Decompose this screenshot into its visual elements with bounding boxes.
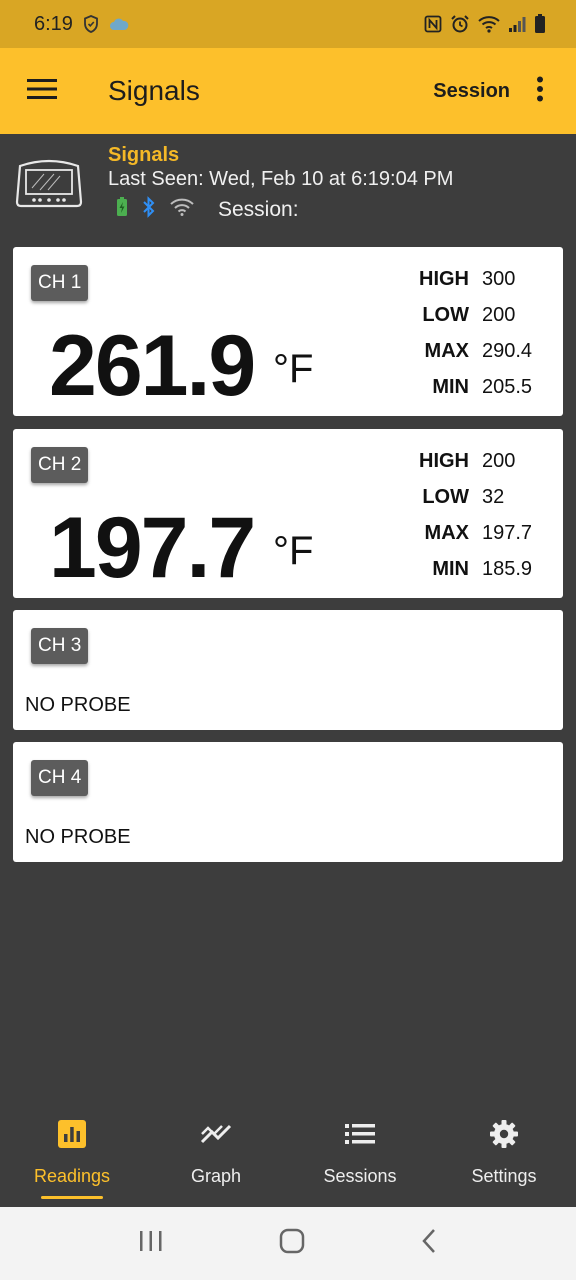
bar-chart-icon xyxy=(58,1118,86,1150)
stat-low: LOW 200 xyxy=(405,297,545,333)
battery-charging-icon xyxy=(116,197,128,222)
list-icon xyxy=(345,1118,375,1150)
stat-label: LOW xyxy=(422,485,469,508)
trending-icon xyxy=(200,1118,232,1150)
temperature-unit: °F xyxy=(273,347,314,391)
cloud-icon xyxy=(109,17,129,31)
stat-high: HIGH 300 xyxy=(405,261,545,297)
stat-high: HIGH 200 xyxy=(405,443,545,479)
session-button[interactable]: Session xyxy=(433,80,510,103)
stat-label: MAX xyxy=(424,339,469,362)
stat-label: MIN xyxy=(432,375,469,398)
channel-stats: HIGH 200 LOW 32 MAX 197.7 MIN 185.9 xyxy=(405,443,545,587)
status-time: 6:19 xyxy=(34,12,73,35)
temperature-unit: °F xyxy=(273,529,314,573)
channel-stats: HIGH 300 LOW 200 MAX 290.4 MIN 205.5 xyxy=(405,261,545,405)
alarm-icon xyxy=(450,14,470,34)
stat-low: LOW 32 xyxy=(405,479,545,515)
device-name: Signals xyxy=(108,144,180,166)
menu-button[interactable] xyxy=(0,48,84,134)
shield-icon xyxy=(83,15,99,33)
signal-icon xyxy=(508,15,526,33)
channel-card-1[interactable]: CH 1 261.9 °F HIGH 300 LOW 200 MAX 290.4 MI… xyxy=(13,247,563,416)
no-probe-label: NO PROBE xyxy=(25,826,131,848)
stat-value: 200 xyxy=(482,303,516,326)
session-status-label: Session: xyxy=(218,197,299,221)
nav-label: Graph xyxy=(190,1166,242,1186)
channel-badge: CH 4 xyxy=(31,760,89,796)
nav-label: Readings xyxy=(33,1166,111,1186)
nav-readings[interactable]: Readings xyxy=(0,1100,144,1206)
page-title: Signals xyxy=(108,75,200,106)
bluetooth-icon xyxy=(142,196,156,223)
nfc-icon xyxy=(424,15,442,33)
stat-label: MIN xyxy=(432,557,469,580)
channel-card-3[interactable]: CH 3 NO PROBE xyxy=(13,610,563,730)
wifi-icon xyxy=(478,15,500,33)
stat-value: 197.7 xyxy=(482,521,533,544)
stat-value: 185.9 xyxy=(482,557,533,580)
no-probe-label: NO PROBE xyxy=(25,694,131,716)
stat-value: 32 xyxy=(482,485,505,508)
stat-max: MAX 197.7 xyxy=(405,515,545,551)
temperature-reading: 261.9 xyxy=(49,318,256,414)
channel-badge: CH 2 xyxy=(31,447,89,483)
app-bar: Signals Session xyxy=(0,48,576,134)
home-icon[interactable] xyxy=(279,1228,305,1259)
gear-icon xyxy=(489,1118,519,1150)
stat-value: 300 xyxy=(482,267,516,290)
menu-icon xyxy=(27,78,57,105)
channel-card-4[interactable]: CH 4 NO PROBE xyxy=(13,742,563,862)
channel-badge: CH 1 xyxy=(31,265,89,301)
stat-min: MIN 205.5 xyxy=(405,369,545,405)
status-bar: 6:19 xyxy=(0,0,576,48)
stat-value: 200 xyxy=(482,449,516,472)
nav-label: Settings xyxy=(471,1166,537,1186)
bottom-nav: Readings Graph Sessions Settings xyxy=(0,1100,576,1206)
nav-label: Sessions xyxy=(323,1166,397,1186)
more-vert-icon xyxy=(536,76,544,107)
stat-min: MIN 185.9 xyxy=(405,551,545,587)
more-options-button[interactable] xyxy=(520,48,560,134)
stat-label: LOW xyxy=(422,303,469,326)
stat-value: 290.4 xyxy=(482,339,533,362)
stat-max: MAX 290.4 xyxy=(405,333,545,369)
wifi-icon xyxy=(170,198,194,221)
thermometer-device-icon xyxy=(14,158,84,213)
stat-label: MAX xyxy=(424,521,469,544)
last-seen-text: Last Seen: Wed, Feb 10 at 6:19:04 PM xyxy=(108,168,454,190)
stat-value: 205.5 xyxy=(482,375,533,398)
channel-badge: CH 3 xyxy=(31,628,89,664)
back-icon[interactable] xyxy=(420,1228,438,1259)
recents-icon[interactable] xyxy=(138,1229,164,1258)
stat-label: HIGH xyxy=(419,267,469,290)
system-nav-bar xyxy=(0,1207,576,1280)
temperature-reading: 197.7 xyxy=(49,500,256,596)
channel-card-2[interactable]: CH 2 197.7 °F HIGH 200 LOW 32 MAX 197.7 MIN… xyxy=(13,429,563,598)
nav-sessions[interactable]: Sessions xyxy=(288,1100,432,1206)
device-header[interactable]: Signals Last Seen: Wed, Feb 10 at 6:19:0… xyxy=(0,134,576,244)
nav-graph[interactable]: Graph xyxy=(144,1100,288,1206)
battery-icon xyxy=(534,14,546,34)
stat-label: HIGH xyxy=(419,449,469,472)
device-status-row: Session: xyxy=(116,196,299,223)
nav-settings[interactable]: Settings xyxy=(432,1100,576,1206)
active-indicator xyxy=(41,1196,103,1199)
